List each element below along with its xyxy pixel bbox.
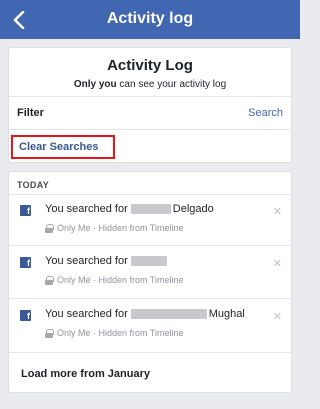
divider	[9, 352, 291, 353]
divider	[9, 96, 291, 97]
clear-searches-label: Clear Searches	[19, 141, 99, 153]
privacy-meta-text: Only Me · Hidden from Timeline	[57, 223, 184, 233]
redacted-name	[130, 204, 171, 214]
remove-icon[interactable]: ✕	[273, 310, 282, 323]
facebook-icon: f	[20, 205, 31, 216]
load-more-button[interactable]: Load more from January	[21, 368, 150, 380]
clear-searches-button[interactable]: Clear Searches	[11, 135, 115, 159]
privacy-meta-text: Only Me · Hidden from Timeline	[57, 275, 184, 285]
divider	[9, 298, 291, 299]
privacy-note-bold: Only you	[73, 79, 117, 90]
search-link[interactable]: Search	[248, 107, 283, 119]
lock-icon	[45, 328, 54, 338]
feed-section-heading: TODAY	[17, 180, 50, 190]
facebook-icon: f	[20, 257, 31, 268]
divider	[9, 245, 291, 246]
list-item[interactable]: f You searched for Mughal Only Me · Hidd…	[9, 300, 291, 350]
search-entry-text: You searched for Delgado	[45, 203, 214, 215]
search-entry-prefix: You searched for	[45, 255, 128, 267]
privacy-meta-text: Only Me · Hidden from Timeline	[57, 328, 184, 338]
search-entry-prefix: You searched for	[45, 203, 128, 215]
divider	[9, 129, 291, 130]
search-entry-suffix: Mughal	[208, 308, 245, 320]
activity-log-summary-card: Activity Log Only you can see your activ…	[8, 47, 292, 163]
redacted-name	[130, 309, 207, 319]
search-entry-text: You searched for Mughal	[45, 308, 245, 320]
lock-icon	[45, 275, 54, 285]
activity-feed-card: TODAY f You searched for Delgado Only Me…	[8, 171, 292, 393]
facebook-icon: f	[20, 310, 31, 321]
remove-icon[interactable]: ✕	[273, 205, 282, 218]
privacy-meta: Only Me · Hidden from Timeline	[45, 328, 184, 338]
top-navigation-bar: Activity log	[0, 0, 300, 39]
privacy-note: Only you can see your activity log	[9, 79, 291, 90]
privacy-meta: Only Me · Hidden from Timeline	[45, 275, 184, 285]
search-entry-prefix: You searched for	[45, 308, 128, 320]
list-item[interactable]: f You searched for Only Me · Hidden from…	[9, 247, 291, 297]
remove-icon[interactable]: ✕	[273, 257, 282, 270]
activity-log-title: Activity Log	[107, 57, 193, 74]
filter-button[interactable]: Filter	[17, 107, 44, 119]
lock-icon	[45, 223, 54, 233]
search-entry-text: You searched for	[45, 255, 169, 267]
list-item[interactable]: f You searched for Delgado Only Me · Hid…	[9, 195, 291, 245]
search-entry-suffix: Delgado	[172, 203, 214, 215]
page-title: Activity log	[106, 10, 194, 27]
privacy-note-rest: can see your activity log	[116, 79, 227, 90]
redacted-name	[130, 256, 167, 266]
privacy-meta: Only Me · Hidden from Timeline	[45, 223, 184, 233]
